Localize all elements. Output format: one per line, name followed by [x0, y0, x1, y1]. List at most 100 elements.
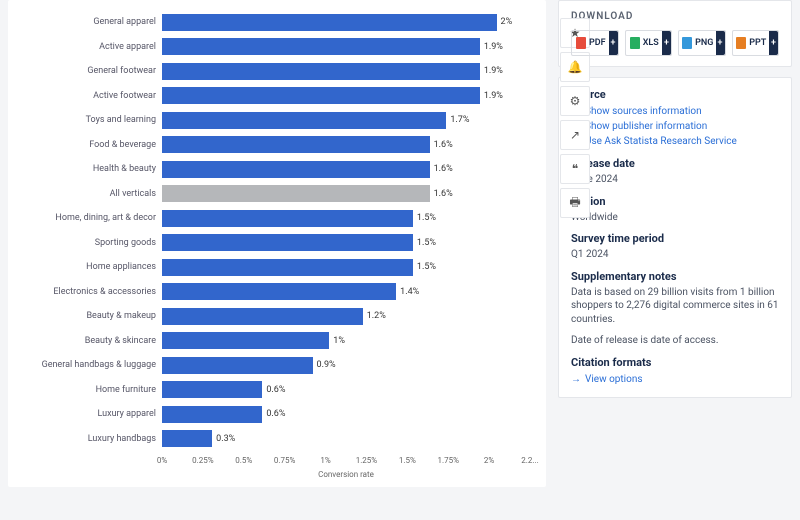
- gear-icon: ⚙: [570, 94, 581, 108]
- bar-value-label: 1.9%: [480, 66, 503, 76]
- bar-row: Luxury apparel 0.6%: [24, 402, 530, 427]
- cite-button[interactable]: ❝: [560, 154, 590, 184]
- xls-icon: [630, 37, 640, 49]
- download-heading: DOWNLOAD: [571, 11, 779, 22]
- bar-value-label: 0.3%: [212, 434, 235, 444]
- bar-value-label: 1.6%: [430, 164, 453, 174]
- bar-fill[interactable]: [162, 234, 413, 251]
- bar-category-label: Active apparel: [24, 42, 162, 52]
- bar-category-label: Sporting goods: [24, 238, 162, 248]
- download-pdf-button[interactable]: PDF+: [571, 30, 619, 56]
- bar-chart: General apparel2%Active apparel1.9%Gener…: [24, 10, 530, 456]
- bar-fill[interactable]: [162, 406, 262, 423]
- settings-button[interactable]: ⚙: [560, 86, 590, 116]
- png-icon: [682, 37, 692, 49]
- bar-fill[interactable]: [162, 259, 413, 276]
- axis-tick: 2%: [484, 456, 494, 465]
- bar-fill[interactable]: [162, 63, 480, 80]
- bar-row: General apparel 2%: [24, 10, 530, 35]
- axis-tick: 0.5%: [235, 456, 252, 465]
- bar-row: Sporting goods 1.5%: [24, 231, 530, 256]
- bar-row: Active apparel1.9%: [24, 35, 530, 60]
- bar-value-label: 1.9%: [480, 91, 503, 101]
- ppt-icon: [736, 37, 746, 49]
- bar-fill[interactable]: [162, 283, 396, 300]
- plus-icon: +: [716, 31, 725, 55]
- axis-tick: 1%: [320, 456, 330, 465]
- bar-row: Toys and learning 1.7%: [24, 108, 530, 133]
- download-ppt-button[interactable]: PPT+: [732, 30, 780, 56]
- plus-icon: +: [769, 31, 778, 55]
- release-date-value: June 2024: [571, 173, 779, 187]
- axis-tick: 1.5%: [399, 456, 416, 465]
- print-button[interactable]: 🖶: [560, 188, 590, 218]
- bar-fill[interactable]: [162, 430, 212, 447]
- bar-row: Home furniture 0.6%: [24, 378, 530, 403]
- bar-value-label: 1.5%: [413, 238, 436, 248]
- bar-fill[interactable]: [162, 210, 413, 227]
- bar-fill[interactable]: [162, 381, 262, 398]
- bar-value-label: 2%: [497, 17, 513, 27]
- bar-value-label: 1.6%: [430, 189, 453, 199]
- source-heading: Source: [571, 88, 779, 101]
- bar-fill[interactable]: [162, 38, 480, 55]
- region-heading: Region: [571, 195, 779, 208]
- bar-category-label: Active footwear: [24, 91, 162, 101]
- download-png-button[interactable]: PNG+: [678, 30, 726, 56]
- source-link[interactable]: Use Ask Statista Research Service: [571, 134, 779, 149]
- bar-fill[interactable]: [162, 136, 430, 153]
- bar-value-label: 0.9%: [313, 360, 336, 370]
- bar-value-label: 1.5%: [413, 262, 436, 272]
- bar-category-label: Beauty & makeup: [24, 311, 162, 321]
- bar-row: Active footwear 1.9%: [24, 84, 530, 109]
- source-link[interactable]: Show sources information: [571, 104, 779, 119]
- bar-category-label: General footwear: [24, 66, 162, 76]
- bar-fill[interactable]: [162, 87, 480, 104]
- bar-value-label: 1.6%: [430, 140, 453, 150]
- share-icon: ↗: [570, 128, 580, 142]
- axis-tick: 0.25%: [192, 456, 213, 465]
- bar-row: All verticals1.6%: [24, 182, 530, 207]
- axis-tick: 2.2...: [521, 456, 538, 465]
- bar-row: Beauty & skincare1%: [24, 329, 530, 354]
- bar-value-label: 1.2%: [363, 311, 386, 321]
- bar-fill[interactable]: [162, 308, 363, 325]
- bar-fill[interactable]: [162, 332, 329, 349]
- bar-category-label: General handbags & luggage: [24, 360, 162, 370]
- bar-category-label: Home furniture: [24, 385, 162, 395]
- pdf-icon: [576, 37, 586, 49]
- supplementary-text: Data is based on 29 billion visits from …: [571, 286, 779, 327]
- x-axis: 0%0.25%0.5%0.75%1%1.25%1.5%1.75%2%2.2...: [162, 456, 530, 468]
- bar-category-label: Home, dining, art & decor: [24, 213, 162, 223]
- share-button[interactable]: ↗: [560, 120, 590, 150]
- bar-value-label: 0.6%: [262, 409, 285, 419]
- plus-icon: +: [662, 31, 671, 55]
- bar-fill[interactable]: [162, 161, 430, 178]
- chart-panel: General apparel2%Active apparel1.9%Gener…: [8, 0, 546, 487]
- bar-category-label: Home appliances: [24, 262, 162, 272]
- alert-button[interactable]: 🔔: [560, 52, 590, 82]
- quote-icon: ❝: [572, 162, 578, 176]
- citation-link[interactable]: View options: [571, 372, 779, 387]
- bar-value-label: 0.6%: [262, 385, 285, 395]
- info-panel: Source Show sources informationShow publ…: [558, 77, 792, 398]
- x-axis-label: Conversion rate: [162, 470, 530, 479]
- bar-value-label: 1.7%: [446, 115, 469, 125]
- bar-category-label: Toys and learning: [24, 115, 162, 125]
- bar-fill[interactable]: [162, 112, 446, 129]
- source-link[interactable]: Show publisher information: [571, 119, 779, 134]
- period-value: Q1 2024: [571, 248, 779, 262]
- bar-category-label: Beauty & skincare: [24, 336, 162, 346]
- bar-category-label: General apparel: [24, 17, 162, 27]
- bar-fill[interactable]: [162, 357, 313, 374]
- bar-fill[interactable]: [162, 14, 497, 31]
- axis-tick: 1.75%: [437, 456, 458, 465]
- bar-category-label: Luxury apparel: [24, 409, 162, 419]
- download-xls-button[interactable]: XLS+: [625, 30, 673, 56]
- bar-fill[interactable]: [162, 185, 430, 202]
- period-heading: Survey time period: [571, 232, 779, 245]
- bar-value-label: 1.4%: [396, 287, 419, 297]
- axis-tick: 0%: [157, 456, 167, 465]
- supplementary-text-2: Date of release is date of access.: [571, 334, 779, 348]
- plus-icon: +: [609, 31, 618, 55]
